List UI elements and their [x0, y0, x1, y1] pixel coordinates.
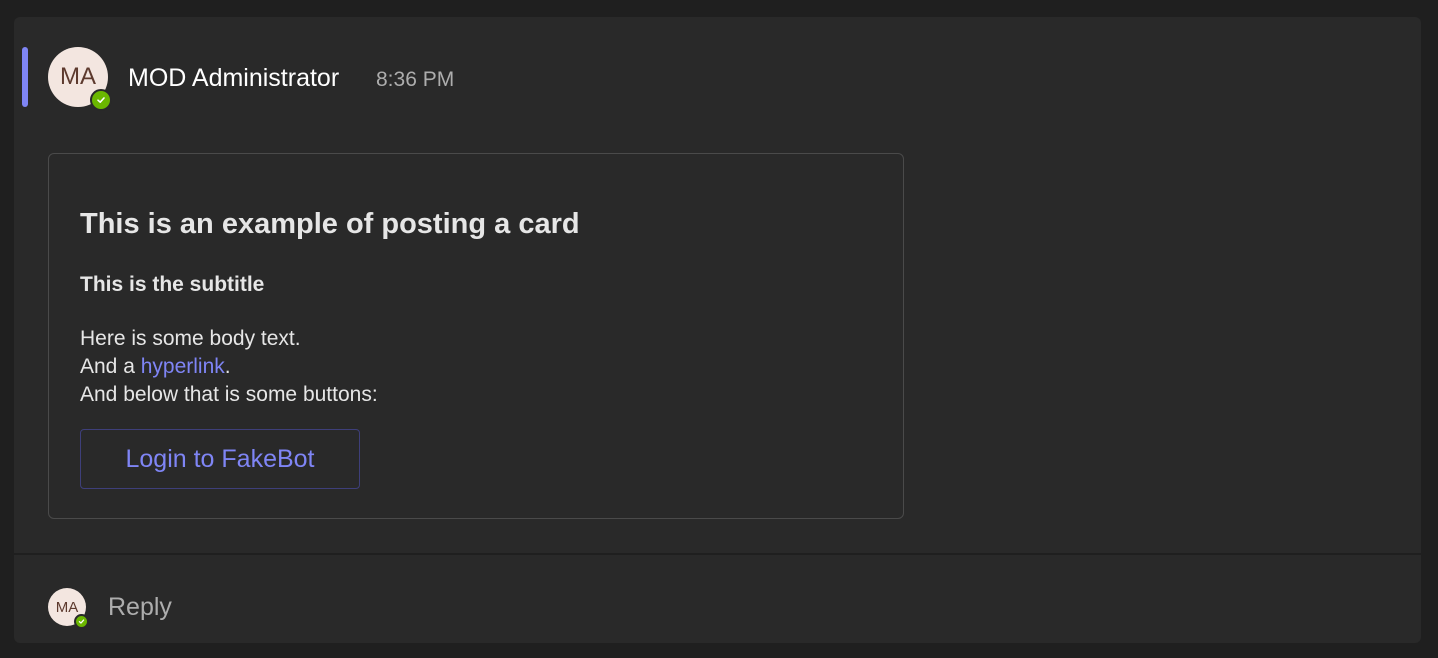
message-timestamp: 8:36 PM [376, 68, 455, 91]
card-title: This is an example of posting a card [80, 208, 580, 240]
card-subtitle: This is the subtitle [80, 273, 265, 296]
reply-button[interactable]: Reply [108, 593, 172, 622]
avatar[interactable]: MA [48, 47, 112, 111]
checkmark-icon [78, 619, 85, 624]
message-thread: MA MOD Administrator 8:36 PM This is an … [14, 17, 1421, 643]
sender-name[interactable]: MOD Administrator [128, 64, 339, 93]
login-button[interactable]: Login to FakeBot [80, 429, 360, 489]
presence-available-icon [74, 614, 89, 629]
adaptive-card: This is an example of posting a card Thi… [48, 153, 904, 519]
divider [14, 553, 1421, 555]
card-body-text: . [224, 355, 231, 378]
reply-avatar: MA [48, 588, 89, 629]
card-body-line: Here is some body text. [80, 327, 301, 350]
presence-available-icon [90, 89, 112, 111]
card-body-line: And below that is some buttons: [80, 383, 378, 406]
card-body-line: And a hyperlink. [80, 353, 378, 381]
card-body: Here is some body text. And a hyperlink.… [80, 325, 378, 409]
avatar-initials: MA [55, 598, 79, 616]
message-accent-bar [22, 47, 28, 107]
card-body-text: And a [80, 355, 141, 378]
card-hyperlink[interactable]: hyperlink [141, 355, 225, 378]
checkmark-icon [97, 97, 105, 103]
avatar-initials: MA [60, 63, 96, 90]
